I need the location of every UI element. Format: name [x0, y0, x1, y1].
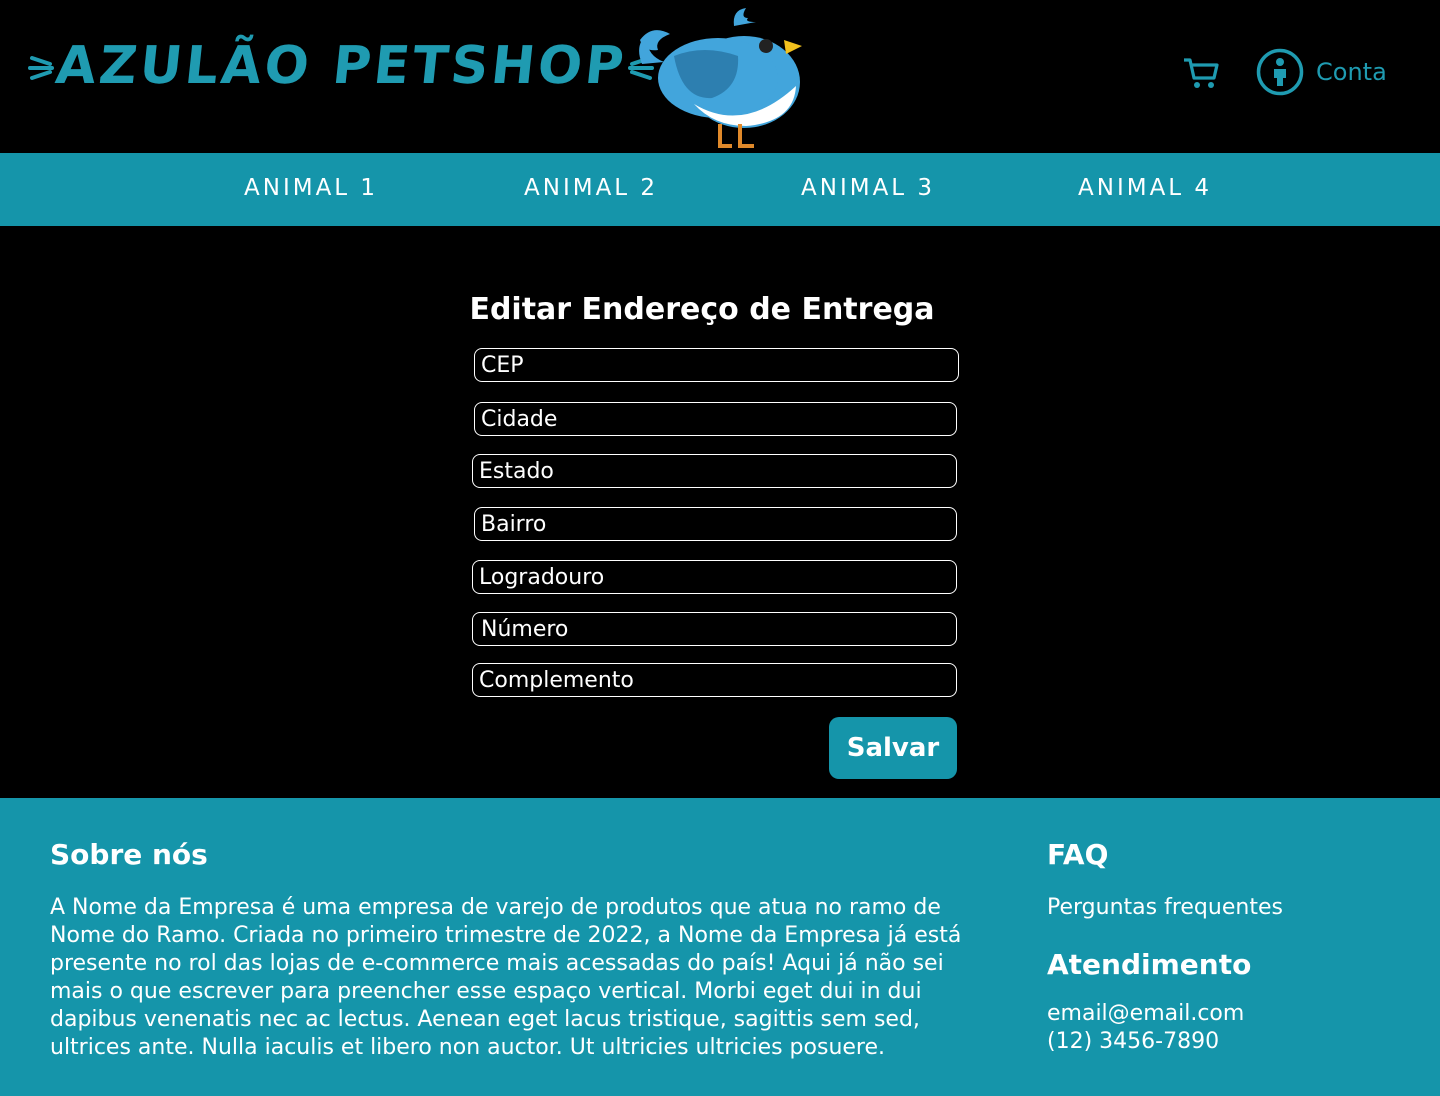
form-title: Editar Endereço de Entrega [469, 292, 935, 327]
complemento-field[interactable] [472, 663, 957, 697]
nav-item-animal-3[interactable]: ANIMAL 3 [801, 175, 935, 201]
about-title: Sobre nós [50, 838, 208, 871]
support-phone: (12) 3456-7890 [1047, 1029, 1220, 1054]
cep-field[interactable] [474, 348, 959, 382]
brand-logo[interactable]: AZULÃO PETSHOP [28, 36, 655, 96]
support-email[interactable]: email@email.com [1047, 1000, 1244, 1028]
numero-field[interactable] [472, 612, 957, 646]
category-nav: ANIMAL 1 ANIMAL 2 ANIMAL 3 ANIMAL 4 [0, 153, 1440, 226]
save-button[interactable]: Salvar [829, 717, 957, 779]
logo-left-deco-icon [28, 56, 54, 80]
account-label: Conta [1316, 58, 1387, 86]
logradouro-field[interactable] [472, 560, 957, 594]
faq-title: FAQ [1047, 838, 1109, 871]
cart-icon[interactable] [1182, 56, 1220, 90]
site-header: AZULÃO PETSHOP Conta [0, 0, 1440, 153]
nav-item-animal-4[interactable]: ANIMAL 4 [1078, 175, 1212, 201]
site-footer: Sobre nós A Nome da Empresa é uma empres… [0, 798, 1440, 1096]
nav-item-animal-1[interactable]: ANIMAL 1 [244, 175, 378, 201]
faq-link[interactable]: Perguntas frequentes [1047, 894, 1283, 922]
estado-field[interactable] [472, 454, 957, 488]
account-link[interactable]: Conta [1256, 48, 1387, 96]
bairro-field[interactable] [474, 507, 957, 541]
cidade-field[interactable] [474, 402, 957, 436]
brand-name: AZULÃO PETSHOP [52, 36, 630, 96]
nav-item-animal-2[interactable]: ANIMAL 2 [524, 175, 658, 201]
bird-mascot-icon [639, 8, 802, 148]
person-circle-icon [1256, 48, 1304, 96]
about-text: A Nome da Empresa é uma empresa de varej… [50, 895, 962, 1060]
support-title: Atendimento [1047, 948, 1252, 981]
